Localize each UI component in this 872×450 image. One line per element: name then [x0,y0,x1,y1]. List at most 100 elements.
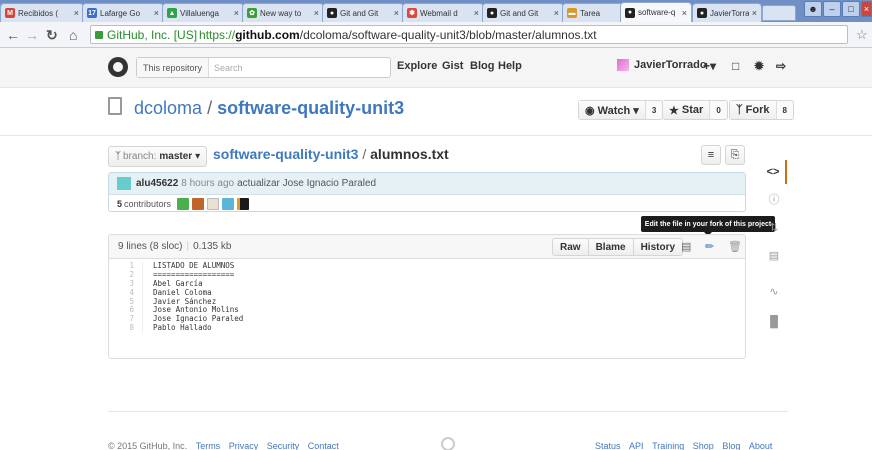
home-icon[interactable]: ⌂ [69,27,77,43]
footer-link-security[interactable]: Security [267,441,300,450]
fork-count[interactable]: 8 [777,106,793,115]
browser-tab[interactable]: ● JavierTorra × [692,3,762,22]
pull-request-icon[interactable]: ⇅ [761,216,787,240]
avatar[interactable] [117,177,131,190]
browser-tab[interactable]: ✿ New way to × [242,3,324,22]
watch-count[interactable]: 3 [646,106,662,115]
fork-button[interactable]: ᛉ Fork 8 [729,100,794,120]
close-icon[interactable]: × [154,8,159,18]
file-header: 9 lines (8 sloc) | 0.135 kb Raw Blame Hist… [109,235,745,259]
contributor-avatar[interactable] [207,197,220,210]
commit-message-link[interactable]: actualizar Jose Ignacio Paraled [237,178,376,189]
footer-link-shop[interactable]: Shop [693,441,714,450]
watch-button[interactable]: ◉ Watch ▾ 3 [578,100,664,120]
pulse-icon[interactable]: ∿ [761,280,787,304]
nav-gist[interactable]: Gist [442,60,463,72]
line-number[interactable]: 3 [109,279,143,289]
repo-name-link[interactable]: software-quality-unit3 [217,98,404,118]
line-number[interactable]: 2 [109,270,143,280]
close-icon[interactable]: × [682,8,687,18]
line-number[interactable]: 5 [109,297,143,307]
user-menu[interactable]: JavierTorrado [617,59,707,71]
profile-icon[interactable]: ☻ [804,1,822,17]
star-count[interactable]: 0 [710,106,726,115]
close-icon[interactable]: × [474,8,479,18]
github-logo-icon[interactable] [108,57,128,77]
breadcrumb-repo-link[interactable]: software-quality-unit3 [213,146,358,162]
footer-link-terms[interactable]: Terms [196,441,221,450]
browser-tab[interactable]: ▲ Villaluenga × [162,3,244,22]
history-button[interactable]: History [633,239,683,255]
minimize-icon[interactable]: – [823,1,841,17]
desktop-icon[interactable]: ▤ [681,240,691,253]
list-icon[interactable]: ≡ [701,145,721,165]
line-number[interactable]: 4 [109,288,143,298]
nav-help[interactable]: Help [498,60,522,72]
inbox-icon[interactable]: □ [732,59,739,73]
create-new-button[interactable]: +▾ [703,59,716,73]
browser-tab[interactable]: ● Git and Git × [322,3,404,22]
graphs-icon[interactable]: █ [761,310,787,334]
footer-link-api[interactable]: API [629,441,644,450]
contributor-avatar[interactable] [222,197,235,210]
nav-blog[interactable]: Blog [470,60,494,72]
contributors-count[interactable]: 5 [117,199,122,209]
footer-link-privacy[interactable]: Privacy [229,441,259,450]
code-icon[interactable]: <> [761,160,787,184]
close-icon[interactable]: × [234,8,239,18]
maximize-icon[interactable]: □ [842,1,860,17]
browser-tab[interactable]: M Recibidos (× [0,3,84,22]
browser-tab-active[interactable]: ● software-q × [620,2,692,22]
close-icon[interactable]: × [554,8,559,18]
line-number[interactable]: 1 [109,261,143,271]
pencil-icon[interactable]: ✏ [705,240,714,253]
site-identity[interactable]: GitHub, Inc. [US] [107,28,197,42]
close-window-icon[interactable]: × [861,1,872,17]
search-input[interactable]: This repository Search [136,57,391,78]
forward-icon[interactable]: → [25,27,39,43]
contributors-label[interactable]: contributors [124,199,171,209]
footer-link-training[interactable]: Training [652,441,684,450]
search-scope: This repository [137,58,210,77]
github-mark-icon[interactable] [441,437,455,450]
gear-icon[interactable]: ✹ [754,59,764,73]
blame-button[interactable]: Blame [588,239,634,255]
raw-button[interactable]: Raw [553,239,589,255]
browser-tab[interactable]: ✽ Webmail d × [402,3,484,22]
footer-link-status[interactable]: Status [595,441,621,450]
footer-link-blog[interactable]: Blog [722,441,740,450]
address-bar[interactable]: GitHub, Inc. [US] https://github.com/dco… [90,25,848,44]
close-icon[interactable]: × [74,8,79,18]
line-number[interactable]: 8 [109,323,143,334]
browser-tab[interactable]: ● Git and Git × [482,3,564,22]
separator: | [186,241,190,252]
contributor-avatar[interactable] [237,197,250,210]
commit-author-link[interactable]: alu45622 [136,178,178,189]
back-icon[interactable]: ← [6,27,20,43]
copy-path-icon[interactable]: ⎘ [725,145,745,165]
branch-select[interactable]: ᛉ branch: master ▾ [108,146,208,167]
commit-summary: alu45622 8 hours ago actualizar Jose Ign… [109,173,745,195]
sign-out-icon[interactable]: ⇨ [776,59,786,73]
contributor-avatar[interactable] [192,197,205,210]
star-button[interactable]: ★ Star 0 [662,100,728,120]
close-icon[interactable]: × [394,8,399,18]
issues-icon[interactable]: ⓘ [761,188,787,212]
line-number[interactable]: 6 [109,306,143,316]
line-number[interactable]: 7 [109,314,143,325]
trash-icon[interactable]: 🗑 [728,240,742,253]
wiki-icon[interactable]: ▤ [761,244,787,268]
footer-link-contact[interactable]: Contact [308,441,339,450]
new-tab-button[interactable] [762,5,796,21]
drive-icon: ▲ [167,8,177,18]
close-icon[interactable]: × [752,8,757,18]
contributor-avatar[interactable] [177,197,190,210]
repo-owner-link[interactable]: dcoloma [134,98,202,118]
footer-link-about[interactable]: About [749,441,773,450]
close-icon[interactable]: × [314,8,319,18]
branch-icon: ᛉ [115,151,121,162]
browser-tab[interactable]: 17 Lafarge Go × [82,3,164,22]
nav-explore[interactable]: Explore [397,60,437,72]
reload-icon[interactable]: ↻ [46,27,58,43]
bookmark-star-icon[interactable]: ☆ [856,27,868,43]
